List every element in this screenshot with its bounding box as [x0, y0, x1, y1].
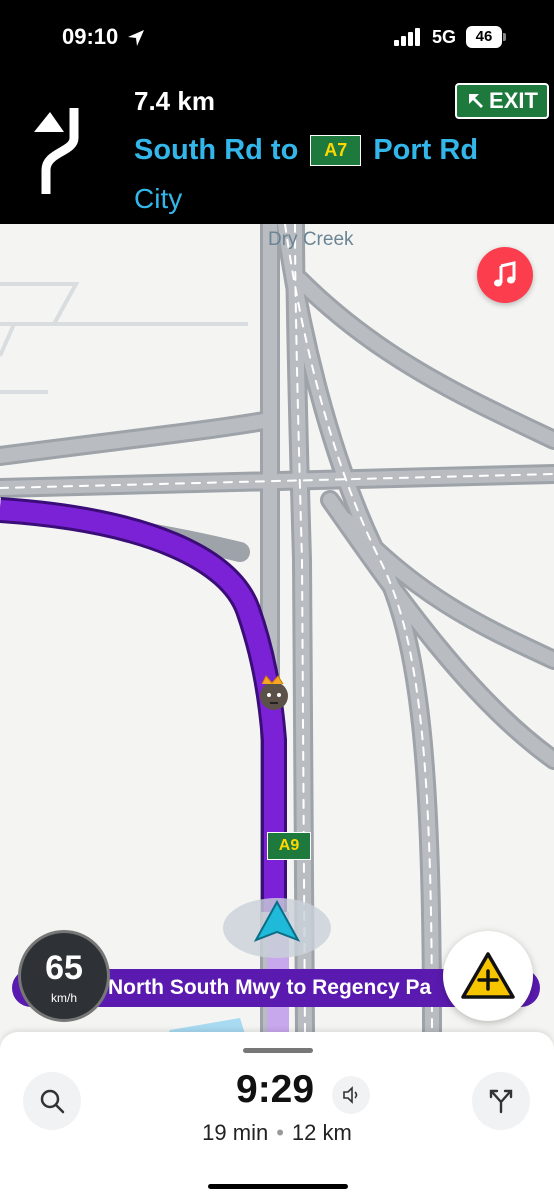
street-to: Port Rd [373, 133, 479, 166]
keep-left-arrow-icon [34, 108, 79, 194]
music-icon [494, 261, 516, 287]
road-shield-a9: A9 [267, 832, 311, 860]
report-plus-icon [461, 952, 515, 999]
search-icon [40, 1089, 65, 1114]
route-shield-a7: A7 [310, 134, 362, 166]
location-arrow-icon [128, 30, 144, 46]
exit-label: EXIT [489, 88, 538, 113]
alternate-routes-button[interactable] [472, 1072, 530, 1130]
speaker-icon [343, 1086, 358, 1104]
next-street: South Rd to A7 Port Rd [134, 132, 478, 168]
poi-label: Dry Creek [268, 229, 354, 250]
sound-button[interactable] [332, 1076, 370, 1114]
trip-panel[interactable]: 9:29 19 min • 12 km [0, 1032, 554, 1200]
status-time: 09:10 [62, 24, 119, 49]
speedometer[interactable]: 65 km/h [18, 930, 110, 1022]
panel-grabber[interactable] [243, 1048, 313, 1053]
trip-distance: 12 km [291, 1120, 352, 1145]
street-from: South Rd to [134, 133, 299, 166]
speed-value: 65 [45, 949, 83, 987]
navigation-header: 09:10 5G 46 7.4 km South Rd to A7 Port R… [0, 0, 554, 224]
trip-summary: 19 min • 12 km [0, 1120, 554, 1146]
route-split-icon [489, 1089, 513, 1114]
arrival-time: 9:29 [236, 1068, 315, 1111]
current-position-icon [223, 898, 331, 958]
battery-level: 46 [466, 26, 502, 48]
trip-duration: 19 min [202, 1120, 269, 1145]
apple-music-button[interactable] [477, 247, 533, 303]
next-turn-distance: 7.4 km [134, 86, 215, 116]
speed-unit: km/h [50, 991, 77, 1005]
destination-city: City [134, 183, 183, 214]
exit-arrow-icon [469, 94, 484, 108]
map-canvas[interactable] [0, 224, 554, 1034]
network-type: 5G [432, 27, 457, 47]
exit-sign: EXIT [455, 83, 549, 119]
home-indicator[interactable] [208, 1184, 348, 1189]
signal-icon [394, 28, 420, 46]
battery-icon [503, 33, 506, 41]
report-hazard-button[interactable] [443, 931, 533, 1021]
separator-dot: • [276, 1120, 284, 1145]
